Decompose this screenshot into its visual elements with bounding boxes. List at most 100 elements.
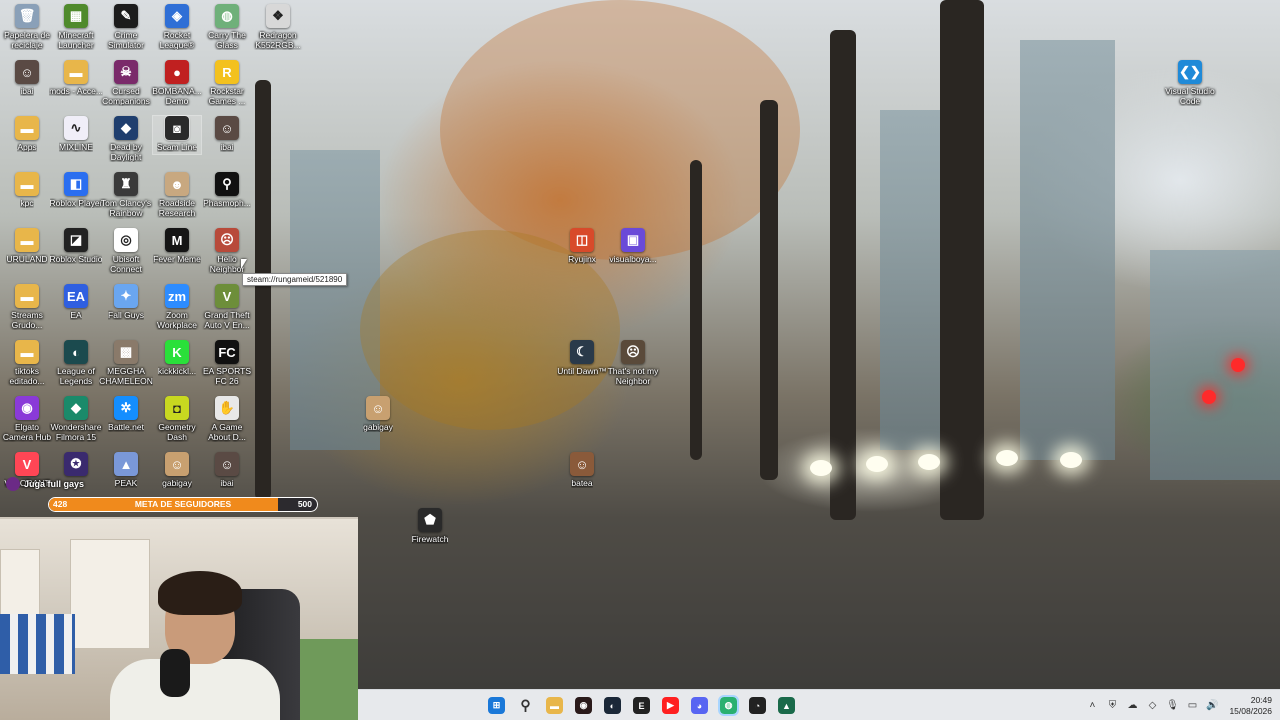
- desktop-shortcut[interactable]: ◆ Wondershare Filmora 15: [49, 396, 103, 442]
- desktop-shortcut-label: kickkickl...: [157, 366, 197, 376]
- folder-shortcut-icon: ▬: [15, 284, 39, 308]
- desktop-shortcut[interactable]: M Fever Meme: [150, 228, 204, 264]
- shield-icon[interactable]: ⛨: [1105, 699, 1119, 713]
- desktop-shortcut-label: ibai: [220, 478, 234, 488]
- taskbar-button[interactable]: ◔: [743, 690, 772, 720]
- redragon-icon: ❖: [266, 4, 290, 28]
- desktop-shortcut[interactable]: ☺ ibai: [200, 452, 254, 488]
- desktop-shortcut-label: Grand Theft Auto V En...: [204, 310, 250, 330]
- peak-icon: ▲: [114, 452, 138, 476]
- taskbar-button[interactable]: ⚲: [511, 690, 540, 720]
- taskbar-button[interactable]: ⊞: [482, 690, 511, 720]
- desktop-shortcut[interactable]: ◎ Ubisoft Connect: [99, 228, 153, 274]
- desktop-shortcut[interactable]: ▬ tiktoks editado...: [0, 340, 54, 386]
- desktop-shortcut[interactable]: ☺ batea: [555, 452, 609, 488]
- desktop-shortcut[interactable]: ◉ Elgato Camera Hub: [0, 396, 54, 442]
- app-tray-icon[interactable]: ◇: [1145, 699, 1159, 713]
- desktop-shortcut[interactable]: ✦ Fall Guys: [99, 284, 153, 320]
- speaker-icon[interactable]: 🔊: [1205, 699, 1219, 713]
- desktop-shortcut[interactable]: ☻ Roadside Research: [150, 172, 204, 218]
- cloud-icon[interactable]: ☁: [1125, 699, 1139, 713]
- desktop-shortcut-label: Roblox Player: [49, 198, 103, 208]
- youtube-icon: ▶: [662, 697, 679, 714]
- desktop-shortcut[interactable]: 🗑 Papelera de reciclaje: [0, 4, 54, 50]
- desktop-shortcut-label: mods - Acce...: [49, 86, 103, 96]
- desktop-shortcut[interactable]: ▬ mods - Acce...: [49, 60, 103, 96]
- desktop-shortcut-label: That's not my Neighbor: [607, 366, 659, 386]
- desktop-shortcut[interactable]: ❮❯ Visual Studio Code: [1163, 60, 1217, 106]
- desktop-shortcut[interactable]: ▬ Apps: [0, 116, 54, 152]
- desktop-shortcut[interactable]: ☹ That's not my Neighbor: [606, 340, 660, 386]
- desktop-shortcut[interactable]: ◆ Dead by Daylight: [99, 116, 153, 162]
- chevron-up-icon[interactable]: ˄: [1085, 699, 1099, 713]
- until-dawn-icon: ☾: [570, 340, 594, 364]
- desktop-shortcut[interactable]: ▦ Minecraft Launcher: [49, 4, 103, 50]
- desktop-shortcut[interactable]: ☾ Until Dawn™: [555, 340, 609, 376]
- taskbar-button[interactable]: ◍: [714, 690, 743, 720]
- folder-icon: ▬: [15, 116, 39, 140]
- bombana-icon: ●: [165, 60, 189, 84]
- desktop-shortcut[interactable]: ☺ ibai: [0, 60, 54, 96]
- epic-games-icon: E: [633, 697, 650, 714]
- scam-line-icon: ◙: [164, 115, 190, 141]
- desktop-shortcut[interactable]: ◫ Ryujinx: [555, 228, 609, 264]
- streamer-app-icon: ▲: [778, 697, 795, 714]
- rockstar-icon: R: [215, 60, 239, 84]
- microphone-icon[interactable]: 🎙: [1165, 699, 1179, 713]
- desktop-shortcut[interactable]: EA EA: [49, 284, 103, 320]
- desktop-shortcut[interactable]: ◈ Rocket League®: [150, 4, 204, 50]
- desktop-shortcut[interactable]: ∿ MIXLINE: [49, 116, 103, 152]
- taskbar-button[interactable]: ◉: [569, 690, 598, 720]
- taskbar-button[interactable]: ▲: [772, 690, 801, 720]
- desktop-shortcut[interactable]: ☺ ibai: [200, 116, 254, 152]
- desktop-shortcut[interactable]: V Grand Theft Auto V En...: [200, 284, 254, 330]
- taskbar-button[interactable]: ◐: [598, 690, 627, 720]
- unknown-app-icon: ✪: [64, 452, 88, 476]
- goal-title: META DE SEGUIDORES: [134, 499, 232, 509]
- elgato-icon: ◉: [15, 396, 39, 420]
- battle-net-icon: ✲: [114, 396, 138, 420]
- desktop-shortcut[interactable]: ◙ Scam Line: [150, 115, 204, 152]
- taskbar-button[interactable]: ◕: [685, 690, 714, 720]
- ea-icon: EA: [64, 284, 88, 308]
- desktop-shortcut[interactable]: ☠ Cursed Companions: [99, 60, 153, 106]
- desktop-shortcut-label: Apps: [17, 142, 37, 152]
- monitor-icon[interactable]: ▭: [1185, 699, 1199, 713]
- desktop-shortcut[interactable]: ▬ URULAND: [0, 228, 54, 264]
- desktop-shortcut[interactable]: ◪ Roblox Studio: [49, 228, 103, 264]
- desktop-shortcut[interactable]: ♜Tom Clancy's Rainbow Six...: [99, 172, 153, 219]
- desktop-shortcut[interactable]: ✋ A Game About D...: [200, 396, 254, 442]
- desktop-shortcut[interactable]: ▬ kpc: [0, 172, 54, 208]
- desktop-shortcut[interactable]: R Rockstar Games ...: [200, 60, 254, 106]
- desktop-shortcut[interactable]: ⚲ Phasmoph...: [200, 172, 254, 208]
- desktop-shortcut[interactable]: ● BOMBANA... Demo: [150, 60, 204, 106]
- desktop-shortcut-label: Cursed Companions: [102, 86, 150, 106]
- taskbar-button[interactable]: ▬: [540, 690, 569, 720]
- desktop-shortcut-label: Streams Grudo...: [11, 310, 43, 330]
- taskbar-button[interactable]: E: [627, 690, 656, 720]
- desktop-shortcut[interactable]: ◍ Carry The Glass: [200, 4, 254, 50]
- desktop-shortcut[interactable]: ◧ Roblox Player: [49, 172, 103, 208]
- desktop-shortcut[interactable]: ✲ Battle.net: [99, 396, 153, 432]
- webcam-feed: [0, 517, 358, 720]
- desktop-shortcut[interactable]: zm Zoom Workplace: [150, 284, 204, 330]
- desktop-shortcut[interactable]: ❖ Redragon K552RGB...: [251, 4, 305, 50]
- desktop-shortcut-label: Geometry Dash: [158, 422, 196, 442]
- desktop-shortcut[interactable]: ▩ MEGGHA CHAMELEON: [99, 340, 153, 386]
- desktop-shortcut[interactable]: ▣ visualboya...: [606, 228, 660, 264]
- desktop-shortcut[interactable]: ☺ gabigay: [351, 396, 405, 432]
- desktop-shortcut-label: batea: [571, 478, 593, 488]
- desktop-shortcut[interactable]: ✎ Crime Simulator: [99, 4, 153, 50]
- search-icon: ⚲: [520, 697, 531, 713]
- shortcut-tooltip: steam://rungameid/521890: [242, 273, 348, 286]
- desktop-shortcut[interactable]: ◐ League of Legends: [49, 340, 103, 386]
- hello-neighbor-icon: ☹: [215, 228, 239, 252]
- desktop-shortcut[interactable]: Kkickkickl...: [150, 340, 204, 376]
- desktop-shortcut[interactable]: ⬟ Firewatch: [403, 508, 457, 544]
- desktop-shortcut[interactable]: FC EA SPORTS FC 26: [200, 340, 254, 386]
- recycle-bin-icon: 🗑: [15, 4, 39, 28]
- taskbar-button[interactable]: ▶: [656, 690, 685, 720]
- desktop-shortcut[interactable]: ◘ Geometry Dash: [150, 396, 204, 442]
- desktop-shortcut[interactable]: ▬ Streams Grudo...: [0, 284, 54, 330]
- clock[interactable]: 20:49 15/08/2026: [1229, 695, 1272, 717]
